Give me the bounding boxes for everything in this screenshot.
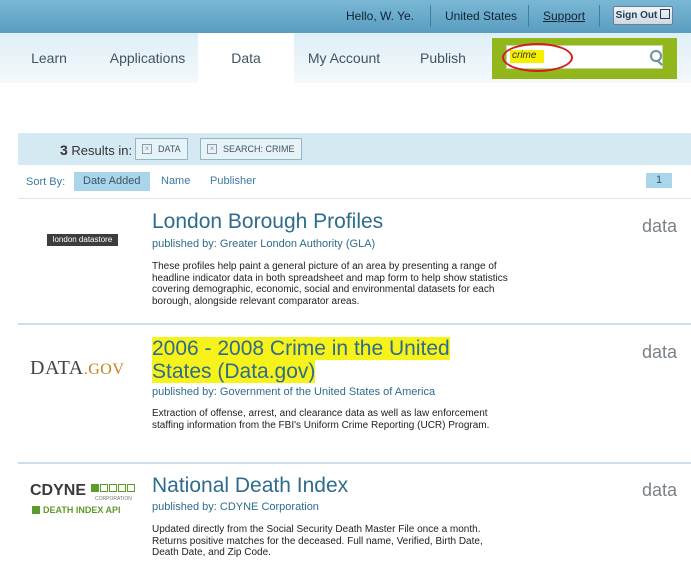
nav-data[interactable]: Data xyxy=(198,33,294,83)
exit-icon xyxy=(660,9,671,19)
result-description: Updated directly from the Social Securit… xyxy=(152,524,483,558)
result-description: Extraction of offense, arrest, and clear… xyxy=(152,408,490,431)
greeting-text: Hello, W. Ye. xyxy=(346,9,415,23)
results-count-label: 3 Results in: xyxy=(60,142,132,158)
publisher-link[interactable]: Greater London Authority (GLA) xyxy=(220,238,375,250)
nav-applications[interactable]: Applications xyxy=(100,33,195,83)
published-by-label: published by: xyxy=(152,386,217,398)
nav-my-account[interactable]: My Account xyxy=(298,33,390,83)
result-title[interactable]: London Borough Profiles xyxy=(152,210,383,233)
sort-row: Sort By: Date Added Name Publisher xyxy=(0,172,691,192)
london-datastore-logo: london datastore xyxy=(47,234,118,246)
support-link[interactable]: Support xyxy=(543,9,585,23)
divider xyxy=(18,323,691,325)
results-in-label: Results in: xyxy=(71,143,133,158)
results-count: 3 xyxy=(60,142,68,158)
country-selector[interactable]: United States xyxy=(445,9,517,23)
title-line-1: 2006 - 2008 Crime in the United xyxy=(152,337,450,360)
logo-text: DATA xyxy=(30,357,84,379)
divider xyxy=(18,198,691,199)
published-by-label: published by: xyxy=(152,501,217,513)
logo-sub: DEATH INDEX API xyxy=(43,505,121,515)
list-icon xyxy=(32,506,40,514)
filter-chip-search[interactable]: × SEARCH: CRIME xyxy=(200,138,302,160)
remove-icon[interactable]: × xyxy=(142,144,152,154)
published-by: published by: Greater London Authority (… xyxy=(152,238,375,250)
result-title[interactable]: 2006 - 2008 Crime in the United States (D… xyxy=(152,337,450,383)
nav-learn[interactable]: Learn xyxy=(18,33,80,83)
logo-text: CDYNE xyxy=(30,482,87,499)
divider xyxy=(599,5,600,27)
title-line-2: States (Data.gov) xyxy=(152,360,316,383)
results-bar: 3 Results in: × DATA × SEARCH: CRIME xyxy=(18,133,691,165)
sign-out-label: Sign Out xyxy=(615,10,658,21)
logo-suffix: .GOV xyxy=(83,361,125,378)
logo-square xyxy=(127,484,136,492)
search-icon[interactable] xyxy=(650,50,662,62)
result-description: These profiles help paint a general pict… xyxy=(152,261,508,307)
sort-publisher[interactable]: Publisher xyxy=(201,172,265,191)
result-type: data xyxy=(642,342,678,362)
search-box: crime xyxy=(492,38,677,79)
result-title[interactable]: National Death Index xyxy=(152,474,348,497)
logo-square xyxy=(100,484,109,492)
divider xyxy=(528,5,529,27)
filter-chip-label: SEARCH: CRIME xyxy=(223,144,295,154)
logo-corp-text: CORPORATION xyxy=(95,496,132,502)
result-type: data xyxy=(642,216,678,236)
page-number[interactable]: 1 xyxy=(646,173,672,188)
divider xyxy=(18,462,691,464)
published-by-label: published by: xyxy=(152,238,217,250)
death-index-api-label: DEATH INDEX API xyxy=(32,505,121,515)
remove-icon[interactable]: × xyxy=(207,144,217,154)
result-type: data xyxy=(642,480,678,500)
filter-chip-data[interactable]: × DATA xyxy=(135,138,188,160)
published-by: published by: CDYNE Corporation xyxy=(152,501,319,513)
sort-name[interactable]: Name xyxy=(152,172,199,191)
sort-date-added[interactable]: Date Added xyxy=(74,172,150,191)
sort-label: Sort By: xyxy=(26,176,66,188)
filter-chip-label: DATA xyxy=(158,144,181,154)
nav-publish[interactable]: Publish xyxy=(408,33,478,83)
published-by: published by: Government of the United S… xyxy=(152,386,435,398)
logo-square xyxy=(118,484,127,492)
divider xyxy=(430,5,431,27)
annotation-circle xyxy=(502,43,573,72)
logo-square xyxy=(109,484,118,492)
sign-out-button[interactable]: Sign Out xyxy=(613,6,673,25)
logo-square xyxy=(91,484,100,492)
top-bar: Hello, W. Ye. United States Support Sign… xyxy=(0,0,691,33)
datagov-logo: DATA.GOV xyxy=(30,357,124,380)
publisher-link[interactable]: CDYNE Corporation xyxy=(220,501,319,513)
publisher-link[interactable]: Government of the United States of Ameri… xyxy=(220,386,435,398)
